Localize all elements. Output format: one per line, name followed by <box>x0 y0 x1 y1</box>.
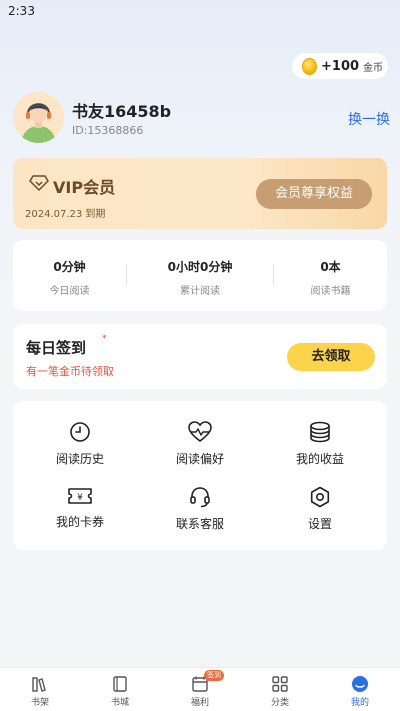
coin-amount: +100 <box>321 58 360 74</box>
tab-label: 我的 <box>350 698 369 708</box>
stat-label: 今日阅读 <box>49 286 90 297</box>
vip-card[interactable]: VIP会员 2024.07.23 到期 会员尊享权益 <box>13 158 387 229</box>
tab-welfare[interactable]: 签到 福利 <box>160 668 240 711</box>
menu-my-coupons[interactable]: ¥ 我的卡券 <box>25 486 135 542</box>
signin-badge-mark: * <box>102 334 107 344</box>
coin-stack-icon <box>310 421 330 443</box>
switch-avatar-link[interactable]: 换一换 <box>348 109 390 129</box>
stat-total-reading[interactable]: 0小时0分钟 累计阅读 <box>127 240 273 311</box>
tab-label: 书架 <box>30 698 49 708</box>
menu-settings[interactable]: 设置 <box>265 486 375 542</box>
tab-label: 书城 <box>110 698 129 708</box>
tab-bookshelf[interactable]: 书架 <box>0 668 80 711</box>
menu-label: 联系客服 <box>175 517 224 531</box>
reading-stats-card: 0分钟 今日阅读 0小时0分钟 累计阅读 0本 阅读书籍 <box>13 240 387 311</box>
menu-reading-preference[interactable]: 阅读偏好 <box>145 421 255 477</box>
settings-icon <box>310 486 330 508</box>
menu-reading-history[interactable]: 阅读历史 <box>25 421 135 477</box>
menu-label: 我的收益 <box>295 452 344 466</box>
user-id: ID:15368866 <box>72 124 144 137</box>
tab-category[interactable]: 分类 <box>240 668 320 711</box>
profile-icon <box>352 676 368 692</box>
stat-books-read[interactable]: 0本 阅读书籍 <box>274 240 387 311</box>
menu-customer-service[interactable]: 联系客服 <box>145 486 255 542</box>
book-icon <box>113 676 127 692</box>
coin-unit: 金币 <box>363 62 384 74</box>
signin-subtitle: 有一笔金币待领取 <box>26 365 114 378</box>
svg-text:¥: ¥ <box>77 493 83 503</box>
vip-expire-date: 2024.07.23 到期 <box>25 209 106 220</box>
stat-value: 0本 <box>320 260 341 274</box>
menu-label: 设置 <box>307 517 332 531</box>
coin-icon <box>302 57 317 75</box>
coin-balance-pill[interactable]: +100 金币 <box>292 53 388 79</box>
avatar[interactable] <box>13 92 64 143</box>
bottom-tab-bar: 书架 书城 签到 福利 分类 我的 <box>0 667 400 711</box>
username: 书友16458b <box>72 102 172 121</box>
stat-today-reading[interactable]: 0分钟 今日阅读 <box>13 240 126 311</box>
tab-label: 分类 <box>270 698 289 708</box>
tab-label: 福利 <box>190 698 209 708</box>
tab-bookstore[interactable]: 书城 <box>80 668 160 711</box>
clock-icon <box>70 422 90 442</box>
stat-label: 阅读书籍 <box>310 286 351 297</box>
vip-diamond-icon <box>29 175 49 191</box>
stat-label: 累计阅读 <box>180 286 220 297</box>
heart-pulse-icon <box>188 421 212 442</box>
menu-label: 阅读历史 <box>55 452 104 466</box>
ticket-icon: ¥ <box>68 488 92 504</box>
feature-menu-card: 阅读历史 阅读偏好 我的收益 ¥ 我的卡券 联系客服 设置 <box>13 401 387 550</box>
claim-coins-button[interactable]: 去领取 <box>287 343 375 371</box>
status-bar-time: 2:33 <box>8 4 35 18</box>
vip-benefits-button[interactable]: 会员尊享权益 <box>256 179 372 209</box>
daily-signin-card: 每日签到 * 有一笔金币待领取 去领取 <box>13 324 387 389</box>
stat-value: 0小时0分钟 <box>167 260 233 274</box>
bookshelf-icon <box>32 677 46 692</box>
headset-icon <box>190 487 210 508</box>
signin-badge: 签到 <box>204 670 224 681</box>
stat-value: 0分钟 <box>53 260 86 274</box>
grid-icon <box>272 676 288 692</box>
menu-my-earnings[interactable]: 我的收益 <box>265 421 375 477</box>
avatar-headset-icon <box>13 92 64 143</box>
menu-label: 阅读偏好 <box>175 452 224 466</box>
menu-label: 我的卡券 <box>55 515 104 529</box>
signin-title: 每日签到 <box>26 339 87 357</box>
tab-profile[interactable]: 我的 <box>320 668 400 711</box>
vip-title: VIP会员 <box>53 178 116 197</box>
